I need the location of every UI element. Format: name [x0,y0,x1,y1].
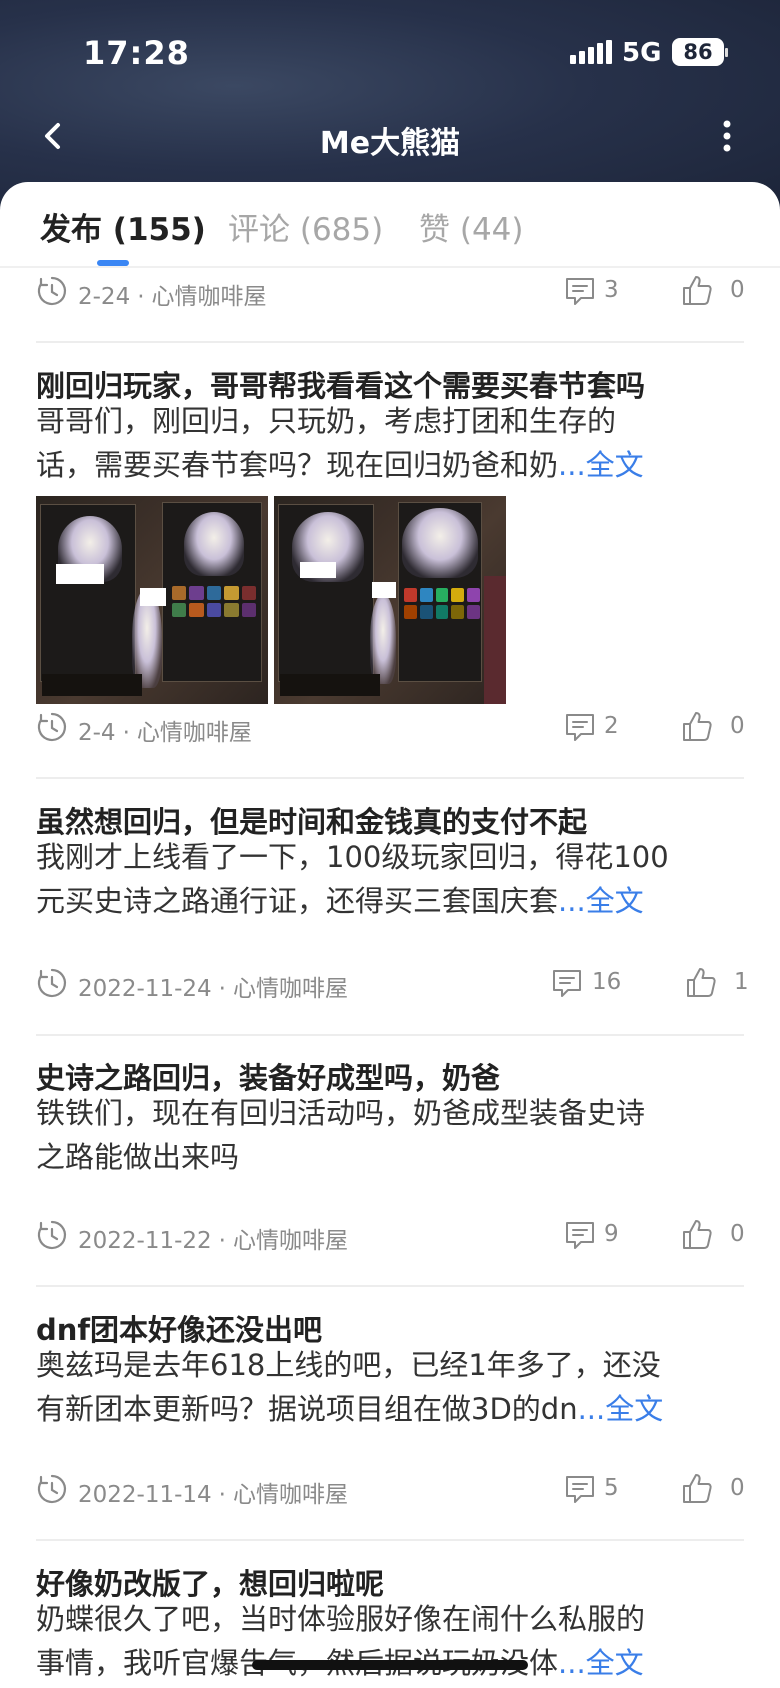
post-body[interactable]: 哥哥们，刚回归，只玩奶，考虑打团和生存的 话，需要买春节套吗？现在回归奶爸和奶.… [36,399,748,487]
post-community[interactable]: 心情咖啡屋 [137,720,252,746]
clock-icon [37,276,67,306]
like-count: 0 [730,713,745,739]
post-meta: 2022-11-24 · 心情咖啡屋 16 1 [36,963,749,1003]
like-count: 0 [730,1475,745,1501]
status-time: 17:28 [83,34,190,72]
post-image[interactable] [36,496,268,704]
post-date: 2-24 [78,284,131,310]
tab-likes[interactable]: 赞 (44) [419,204,524,249]
comment-count: 3 [604,277,619,303]
nav-bar: Me大熊猫 [0,108,780,164]
post-community[interactable]: 心情咖啡屋 [233,976,348,1002]
post-meta: 2-4 · 心情咖啡屋 2 0 [36,707,745,747]
clock-icon [37,712,67,742]
battery-icon: 86 [672,38,728,66]
comment-icon[interactable] [564,711,596,743]
post-feed[interactable]: 2-24 · 心情咖啡屋 3 0 刚回归玩家，哥哥帮我看看这个需要买春节套吗 哥哥们… [0,267,780,1688]
post-body[interactable]: 奥兹玛是去年618上线的吧，已经1年多了，还没 有新团本更新吗？据说项目组在做3… [36,1343,748,1431]
post-body[interactable]: 铁铁们，现在有回归活动吗，奶爸成型装备史诗 之路能做出来吗 [36,1091,748,1179]
post-date: 2022-11-22 [78,1228,212,1254]
read-more-link[interactable]: ...全文 [558,448,644,482]
status-bar: 17:28 5G 86 [0,28,780,78]
comment-icon[interactable] [564,275,596,307]
post-divider [36,1034,744,1036]
comment-icon[interactable] [564,1473,596,1505]
post-meta: 2022-11-22 · 心情咖啡屋 9 0 [36,1215,745,1255]
tab-comments[interactable]: 评论 (685) [228,204,383,249]
like-icon[interactable] [680,1471,714,1505]
signal-icon [570,40,614,64]
profile-tabs: 发布 (155) 评论 (685) 赞 (44) [0,204,780,264]
like-icon[interactable] [680,709,714,743]
clock-icon [37,1220,67,1250]
post-community[interactable]: 心情咖啡屋 [152,284,267,310]
like-count: 0 [730,1221,745,1247]
page-title: Me大熊猫 [319,126,461,161]
comment-count: 5 [604,1475,619,1501]
post-divider [36,777,744,779]
like-icon[interactable] [680,273,714,307]
read-more-link[interactable]: ...全文 [558,884,644,918]
post-date: 2022-11-14 [78,1482,212,1508]
home-indicator[interactable] [252,1660,528,1670]
like-icon[interactable] [684,965,718,999]
post-divider [36,1539,744,1541]
like-count: 1 [734,969,749,995]
post-community[interactable]: 心情咖啡屋 [233,1228,348,1254]
like-count: 0 [730,277,745,303]
content-sheet: 发布 (155) 评论 (685) 赞 (44) 2-24 · 心情咖啡屋 3 0 … [0,182,780,1688]
comment-count: 16 [592,969,622,995]
clock-icon [37,1474,67,1504]
comment-icon[interactable] [551,967,583,999]
post-date: 2022-11-24 [78,976,212,1002]
post-meta: 2-24 · 心情咖啡屋 3 0 [36,271,745,311]
post-divider [36,1285,744,1287]
post-images [36,496,508,704]
post-divider [36,341,744,343]
tab-posts[interactable]: 发布 (155) [40,204,206,249]
post-meta: 2022-11-14 · 心情咖啡屋 5 0 [36,1469,745,1509]
read-more-link[interactable]: ...全文 [558,1646,644,1680]
post-community[interactable]: 心情咖啡屋 [233,1482,348,1508]
post-image[interactable] [274,496,506,704]
like-icon[interactable] [680,1217,714,1251]
comment-icon[interactable] [564,1219,596,1251]
read-more-link[interactable]: ...全文 [578,1392,664,1426]
post-body[interactable]: 我刚才上线看了一下，100级玩家回归，得花100 元买史诗之路通行证，还得买三套… [36,835,748,923]
network-type: 5G [622,38,662,68]
comment-count: 9 [604,1221,619,1247]
post-body[interactable]: 奶蝶很久了吧，当时体验服好像在闹什么私服的 事情，我听官爆告气，然后据说玩奶没体… [36,1597,748,1685]
post-date: 2-4 [78,720,116,746]
more-options-icon[interactable] [712,116,742,156]
comment-count: 2 [604,713,619,739]
clock-icon [37,968,67,998]
